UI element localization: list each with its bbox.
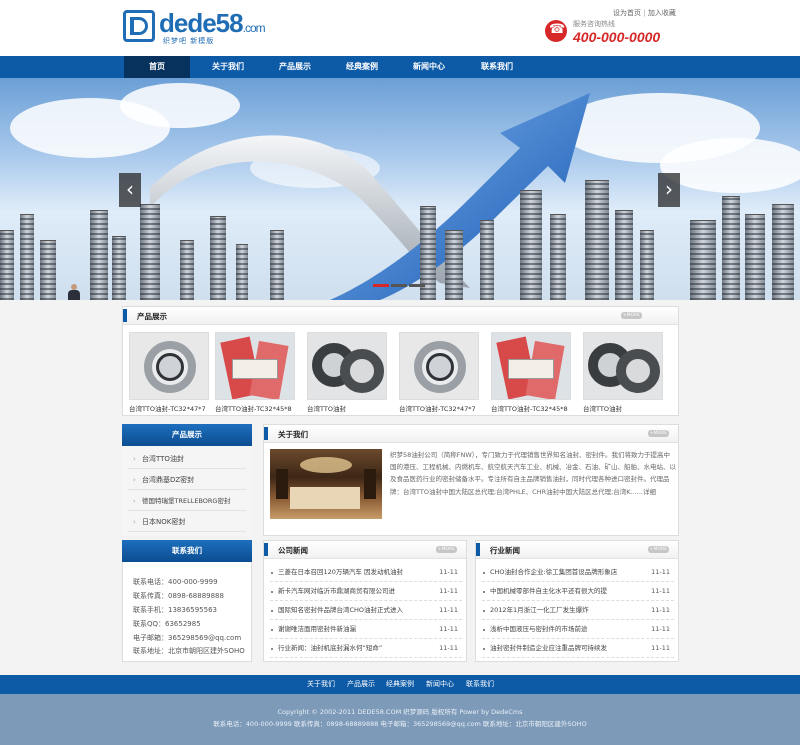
sidebar-item-dz[interactable]: 台湾鼎基DZ密封 bbox=[128, 471, 246, 490]
top-links: 设为首页 | 加入收藏 bbox=[613, 8, 676, 18]
news-item[interactable]: 油封密封件制造企业应注重品牌可持续发 11-11 bbox=[482, 639, 674, 658]
main-nav: 首页 关于我们 产品展示 经典案例 新闻中心 联系我们 bbox=[0, 56, 800, 78]
industry-news-more-button[interactable]: +MORE bbox=[648, 546, 669, 553]
nav-about[interactable]: 关于我们 bbox=[195, 56, 261, 78]
news-item[interactable]: 国际知名密封件品牌台湾CHO油封正式进入 11-11 bbox=[270, 601, 462, 620]
products-section: 产品展示 +MORE 台湾TTO油封-TC32*47*7 台湾TTO油封-TC3… bbox=[122, 306, 679, 416]
hotline: 服务咨询热线 400-000-0000 bbox=[545, 18, 685, 48]
news-item[interactable]: 中国机械零部件自主化水平还有很大的提 11-11 bbox=[482, 582, 674, 601]
product-caption[interactable]: 台湾TTO油封-TC32*45*8 bbox=[215, 403, 299, 413]
product-caption[interactable]: 台湾TTO油封-TC32*47*7 bbox=[129, 403, 213, 413]
nav-contact[interactable]: 联系我们 bbox=[464, 56, 530, 78]
product-image[interactable] bbox=[399, 332, 479, 400]
product-image[interactable] bbox=[307, 332, 387, 400]
contact-address: 联系地址：北京市朝阳区建外SOHO bbox=[133, 647, 245, 655]
product-caption[interactable]: 台湾TTO油封-TC32*47*7 bbox=[399, 403, 483, 413]
company-news-header: 公司新闻 +MORE bbox=[264, 541, 466, 559]
about-title: 关于我们 bbox=[278, 430, 308, 439]
contact-fax: 联系传真：0898-68889888 bbox=[133, 592, 224, 600]
nav-news[interactable]: 新闻中心 bbox=[396, 56, 462, 78]
banner-dot-1[interactable] bbox=[373, 284, 389, 287]
product-image[interactable] bbox=[491, 332, 571, 400]
news-item[interactable]: 2012年1月浙江一化工厂发生爆炸 11-11 bbox=[482, 601, 674, 620]
product-caption[interactable]: 台湾TTO油封 bbox=[583, 403, 667, 413]
banner-dot-3[interactable] bbox=[409, 284, 425, 287]
nav-products[interactable]: 产品展示 bbox=[262, 56, 328, 78]
sidebar-contact: 联系我们 联系电话：400-000-9999 联系传真：0898-6888988… bbox=[122, 540, 252, 662]
hotline-number: 400-000-0000 bbox=[573, 29, 661, 45]
toplink-divider: | bbox=[643, 9, 646, 17]
contact-email: 电子邮箱：365298569@qq.com bbox=[133, 634, 242, 642]
footer-contact: 联系电话：400-000-9999 联系传真：0898-68889888 电子邮… bbox=[213, 720, 587, 728]
product-caption[interactable]: 台湾TTO油封 bbox=[307, 403, 391, 413]
news-item[interactable]: 浅析中国液压与密封件的市场前途 11-11 bbox=[482, 620, 674, 639]
add-favorite-link[interactable]: 加入收藏 bbox=[648, 9, 676, 17]
footer-link-news[interactable]: 新闻中心 bbox=[426, 675, 454, 694]
news-item[interactable]: 谢谢唯洁面用密封件新油漏 11-11 bbox=[270, 620, 462, 639]
about-text: 织梦58油封公司（简称FNW），专门致力于代理销售世界知名油封、密封件。我们将致… bbox=[390, 451, 676, 496]
footer-copyright: Copyright © 2002-2011 DEDE58.COM 织梦源码 版权… bbox=[277, 708, 523, 716]
banner-prev-button[interactable]: ‹ bbox=[119, 173, 141, 207]
nav-cases[interactable]: 经典案例 bbox=[329, 56, 395, 78]
banner-dot-2[interactable] bbox=[391, 284, 407, 287]
news-item[interactable]: 行业新闻：油封机底封漏水何“短命” 11-11 bbox=[270, 639, 462, 658]
sidebar-products: 产品展示 台湾TTO油封 台湾鼎基DZ密封 德国特瑞堡TRELLEBORG密封 … bbox=[122, 424, 252, 536]
products-title: 产品展示 bbox=[137, 312, 167, 321]
footer-link-contact[interactable]: 联系我们 bbox=[466, 675, 494, 694]
industry-news-section: 行业新闻 +MORE CHO油封合作企业:徐工集团首设品牌形象店 11-11 中国… bbox=[475, 540, 679, 662]
about-image bbox=[270, 449, 382, 519]
product-image[interactable] bbox=[215, 332, 295, 400]
company-news-more-button[interactable]: +MORE bbox=[436, 546, 457, 553]
about-section: 关于我们 +MORE 织梦58油封公司（简称FNW），专门致力于代理销售世界知名… bbox=[263, 424, 679, 536]
company-news-section: 公司新闻 +MORE 三菱在日本召回120万辆汽车 因发动机油封 11-11 新卡… bbox=[263, 540, 467, 662]
contact-qq: 联系QQ：63652985 bbox=[133, 620, 201, 628]
set-homepage-link[interactable]: 设为首页 bbox=[613, 9, 641, 17]
logo-slogan: 织梦吧 新模版 bbox=[163, 37, 215, 45]
news-item[interactable]: 新卡汽车网对临沂市鼎湖商贸有限公司进 11-11 bbox=[270, 582, 462, 601]
product-caption[interactable]: 台湾TTO油封-TC32*45*8 bbox=[491, 403, 575, 413]
sidebar-products-title: 产品展示 bbox=[122, 424, 252, 446]
hotline-label: 服务咨询热线 bbox=[573, 20, 615, 28]
sidebar-item-trelleborg[interactable]: 德国特瑞堡TRELLEBORG密封 bbox=[128, 492, 246, 511]
products-more-button[interactable]: +MORE bbox=[621, 312, 642, 319]
sidebar-item-tto[interactable]: 台湾TTO油封 bbox=[128, 450, 246, 469]
about-more-button[interactable]: +MORE bbox=[648, 430, 669, 437]
sidebar-contact-title: 联系我们 bbox=[122, 540, 252, 562]
footer-nav: 关于我们 产品展示 经典案例 新闻中心 联系我们 bbox=[0, 675, 800, 694]
company-news-title: 公司新闻 bbox=[278, 546, 308, 555]
site-footer: Copyright © 2002-2011 DEDE58.COM 织梦源码 版权… bbox=[0, 694, 800, 745]
logo-text: dede58.com bbox=[159, 8, 266, 38]
news-item[interactable]: CHO油封合作企业:徐工集团首设品牌形象店 11-11 bbox=[482, 563, 674, 582]
phone-icon bbox=[545, 20, 567, 42]
product-image[interactable] bbox=[129, 332, 209, 400]
footer-link-cases[interactable]: 经典案例 bbox=[386, 675, 414, 694]
logo-badge-icon bbox=[123, 10, 155, 42]
footer-link-products[interactable]: 产品展示 bbox=[347, 675, 375, 694]
footer-link-about[interactable]: 关于我们 bbox=[307, 675, 335, 694]
industry-news-title: 行业新闻 bbox=[490, 546, 520, 555]
contact-mobile: 联系手机：13836595563 bbox=[133, 606, 217, 614]
news-item[interactable]: 三菱在日本召回120万辆汽车 因发动机油封 11-11 bbox=[270, 563, 462, 582]
products-header: 产品展示 +MORE bbox=[123, 307, 678, 325]
about-header: 关于我们 +MORE bbox=[264, 425, 678, 443]
contact-phone: 联系电话：400-000-9999 bbox=[133, 578, 218, 586]
nav-home[interactable]: 首页 bbox=[124, 56, 190, 78]
product-image[interactable] bbox=[583, 332, 663, 400]
sidebar-item-nok[interactable]: 日本NOK密封 bbox=[128, 513, 246, 532]
site-logo[interactable]: dede58.com 织梦吧 新模版 bbox=[123, 8, 283, 46]
person-figure bbox=[68, 284, 80, 300]
industry-news-header: 行业新闻 +MORE bbox=[476, 541, 678, 559]
banner-next-button[interactable]: › bbox=[658, 173, 680, 207]
site-header: dede58.com 织梦吧 新模版 设为首页 | 加入收藏 服务咨询热线 40… bbox=[0, 0, 800, 56]
hero-banner[interactable]: ‹ › bbox=[0, 78, 800, 300]
